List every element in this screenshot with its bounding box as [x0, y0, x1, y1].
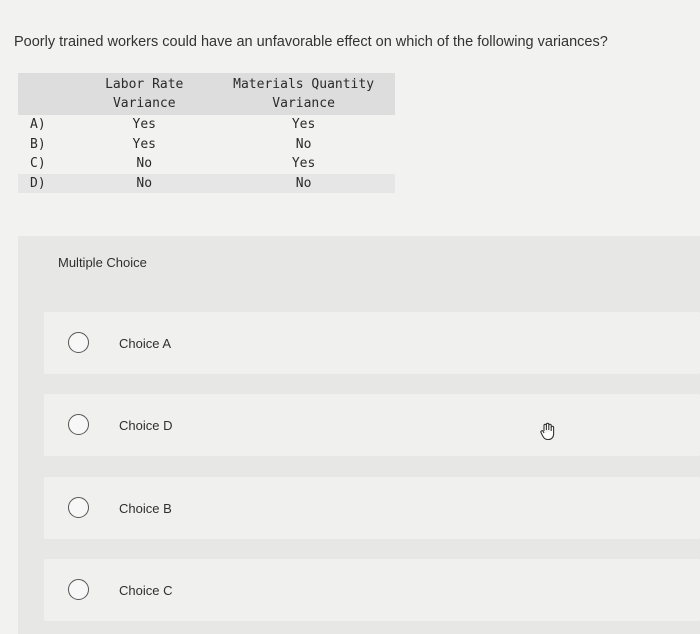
- labor-cell: Yes: [132, 117, 156, 133]
- radio-button[interactable]: [68, 414, 89, 435]
- row-letter: D): [18, 173, 77, 193]
- choice-label: Choice B: [119, 501, 172, 516]
- table-row: A) Yes Yes: [18, 115, 395, 135]
- row-letter: B): [30, 136, 46, 152]
- row-letter: C): [30, 156, 46, 172]
- answer-options-table: Labor Rate Variance Materials Quantity V…: [18, 73, 395, 193]
- labor-cell: No: [76, 173, 213, 193]
- table-header-row: Labor Rate Variance Materials Quantity V…: [18, 73, 395, 115]
- multiple-choice-header: Multiple Choice: [58, 255, 147, 270]
- choice-option-d[interactable]: Choice D: [44, 394, 700, 456]
- hand-pointer-icon: [538, 422, 558, 447]
- materials-cell: No: [295, 136, 312, 152]
- radio-button[interactable]: [68, 497, 89, 518]
- hand-pointer-icon-svg: [540, 422, 555, 441]
- radio-button[interactable]: [68, 579, 89, 600]
- question-text: Poorly trained workers could have an unf…: [14, 34, 608, 50]
- header-spacer: [18, 73, 77, 115]
- table-row: B) Yes No: [18, 135, 395, 155]
- header-labor-line-2: Variance: [112, 96, 176, 111]
- row-letter: A): [30, 117, 46, 133]
- choice-option-c[interactable]: Choice C: [44, 559, 700, 621]
- header-materials-line-2: Variance: [272, 96, 335, 111]
- choice-label: Choice C: [119, 583, 173, 598]
- labor-cell: No: [136, 156, 153, 172]
- materials-cell: No: [212, 173, 395, 193]
- materials-cell: Yes: [291, 117, 316, 133]
- choice-option-b[interactable]: Choice B: [44, 477, 700, 539]
- labor-cell: Yes: [132, 136, 156, 152]
- header-materials-quantity-variance: Materials Quantity Variance: [212, 73, 395, 115]
- choice-option-a[interactable]: Choice A: [44, 312, 700, 374]
- table-row: C) No Yes: [18, 154, 395, 174]
- materials-cell: Yes: [291, 156, 316, 172]
- multiple-choice-panel: Multiple Choice Choice A Choice D Choice…: [18, 236, 700, 634]
- header-materials-line-1: Materials Quantity: [233, 77, 375, 92]
- header-labor-rate-variance: Labor Rate Variance: [76, 73, 213, 115]
- table-row: D) No No: [18, 173, 395, 193]
- header-labor-line-1: Labor Rate: [105, 77, 184, 92]
- radio-button[interactable]: [68, 332, 89, 353]
- choice-label: Choice A: [119, 336, 172, 351]
- choice-label: Choice D: [119, 418, 173, 433]
